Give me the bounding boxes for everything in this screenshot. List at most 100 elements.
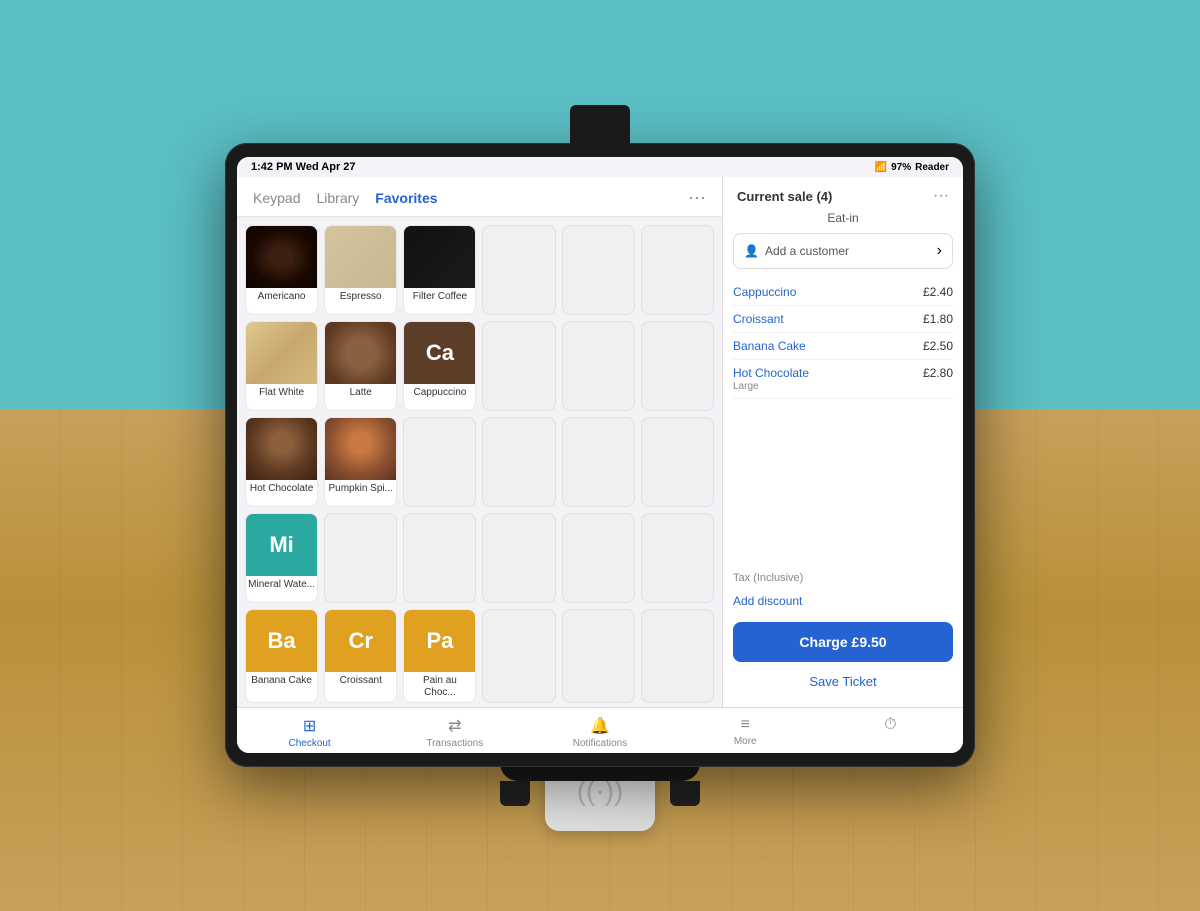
product-item-empty14: [562, 513, 635, 603]
tab-buttons: Keypad Library Favorites: [253, 188, 438, 208]
product-image-pumpkin-spice: [325, 418, 396, 480]
reader-label: Reader: [915, 162, 949, 173]
product-name-pumpkin-spice: Pumpkin Spi...: [327, 480, 395, 498]
order-item-name-0: Cappuccino: [733, 285, 796, 299]
transactions-icon: ⇄: [448, 716, 461, 736]
order-item-name-1: Croissant: [733, 312, 784, 326]
product-item-empty7: [403, 417, 476, 507]
order-item-price-1: £1.80: [923, 312, 953, 326]
charge-button[interactable]: Charge £9.50: [733, 622, 953, 662]
tab-favorites[interactable]: Favorites: [375, 188, 437, 208]
product-tile-mineral-water: Mi: [246, 514, 317, 576]
product-image-latte: [325, 322, 396, 384]
add-customer-label: Add a customer: [765, 244, 849, 258]
order-item-name-3: Hot Chocolate: [733, 366, 809, 380]
ipad-screen: 1:42 PM Wed Apr 27 📶 97% Reader Keypad: [237, 157, 963, 753]
product-name-espresso: Espresso: [338, 288, 384, 306]
tab-library[interactable]: Library: [316, 188, 359, 208]
product-image-hot-chocolate: [246, 418, 317, 480]
product-name-mineral-water: Mineral Wate...: [246, 576, 317, 594]
product-item-espresso[interactable]: Espresso: [324, 225, 397, 315]
nav-tab-checkout[interactable]: ⊞ Checkout: [237, 716, 382, 749]
tab-bar: Keypad Library Favorites ···: [237, 177, 722, 217]
ipad-frame: 1:42 PM Wed Apr 27 📶 97% Reader Keypad: [225, 143, 975, 767]
product-name-cappuccino: Cappuccino: [412, 384, 469, 402]
product-name-banana-cake: Banana Cake: [249, 672, 314, 690]
product-item-hot-chocolate[interactable]: Hot Chocolate: [245, 417, 318, 507]
stand-foot-left: [500, 781, 530, 806]
order-item-sub-3: Large: [733, 381, 809, 392]
status-right: 📶 97% Reader: [875, 162, 949, 173]
stand-foot-right: [670, 781, 700, 806]
tab-more-icon[interactable]: ···: [688, 187, 706, 208]
transactions-label: Transactions: [426, 738, 483, 749]
product-item-cappuccino[interactable]: CaCappuccino: [403, 321, 476, 411]
bottom-tab-bar: ⊞ Checkout ⇄ Transactions 🔔 Notifications ≡Mor…: [237, 707, 963, 753]
product-item-empty4: [482, 321, 555, 411]
product-tile-pain-au-choc: Pa: [404, 610, 475, 672]
save-ticket-button[interactable]: Save Ticket: [733, 666, 953, 697]
stand-feet: [500, 781, 700, 806]
notifications-icon: 🔔: [590, 716, 610, 736]
product-item-filter-coffee[interactable]: Filter Coffee: [403, 225, 476, 315]
product-item-empty16: [482, 609, 555, 703]
product-item-americano[interactable]: Americano: [245, 225, 318, 315]
nav-tab-more[interactable]: ≡More: [673, 716, 818, 749]
product-tile-croissant: Cr: [325, 610, 396, 672]
left-panel: Keypad Library Favorites ··· Americano Es…: [237, 177, 723, 707]
more-icon: ≡: [741, 716, 750, 734]
wifi-icon: 📶: [875, 162, 887, 173]
order-item-2[interactable]: Banana Cake£2.50: [733, 333, 953, 360]
product-name-americano: Americano: [256, 288, 308, 306]
product-item-empty3: [641, 225, 714, 315]
nav-tab-clock[interactable]: ⏱: [818, 716, 963, 749]
product-name-pain-au-choc: Pain au Choc...: [404, 672, 475, 702]
product-item-banana-cake[interactable]: BaBanana Cake: [245, 609, 318, 703]
checkout-label: Checkout: [288, 738, 330, 749]
order-item-0[interactable]: Cappuccino£2.40: [733, 279, 953, 306]
product-tile-cappuccino: Ca: [404, 322, 475, 384]
product-name-flat-white: Flat White: [257, 384, 306, 402]
order-items-list: Cappuccino£2.40 Croissant £1.80 Banana Cake…: [723, 279, 963, 568]
top-clip: [570, 105, 630, 145]
product-item-pumpkin-spice[interactable]: Pumpkin Spi...: [324, 417, 397, 507]
product-image-americano: [246, 226, 317, 288]
current-sale-title: Current sale (4): [737, 189, 832, 204]
tab-keypad[interactable]: Keypad: [253, 188, 300, 208]
tax-row: Tax (Inclusive): [723, 568, 963, 588]
checkout-icon: ⊞: [303, 716, 316, 736]
notifications-label: Notifications: [573, 738, 627, 749]
product-item-empty11: [324, 513, 397, 603]
person-icon: 👤: [744, 244, 759, 258]
product-name-filter-coffee: Filter Coffee: [411, 288, 469, 306]
battery-icon: 97%: [891, 162, 911, 173]
product-item-flat-white[interactable]: Flat White: [245, 321, 318, 411]
nav-tab-notifications[interactable]: 🔔 Notifications: [527, 716, 672, 749]
right-more-icon[interactable]: ···: [933, 187, 949, 205]
product-item-pain-au-choc[interactable]: PaPain au Choc...: [403, 609, 476, 703]
product-image-flat-white: [246, 322, 317, 384]
product-item-empty8: [482, 417, 555, 507]
order-item-3[interactable]: Hot ChocolateLarge £2.80: [733, 360, 953, 399]
right-header: Current sale (4) ···: [723, 177, 963, 209]
status-time: 1:42 PM Wed Apr 27: [251, 161, 356, 173]
product-item-croissant[interactable]: CrCroissant: [324, 609, 397, 703]
order-item-1[interactable]: Croissant £1.80: [733, 306, 953, 333]
product-item-empty5: [562, 321, 635, 411]
product-item-latte[interactable]: Latte: [324, 321, 397, 411]
product-item-empty18: [641, 609, 714, 703]
product-name-hot-chocolate: Hot Chocolate: [248, 480, 315, 498]
app-content: Keypad Library Favorites ··· Americano Es…: [237, 177, 963, 707]
product-grid: Americano Espresso Filter Coffee Flat White…: [237, 217, 722, 711]
order-item-price-3: £2.80: [923, 366, 953, 380]
order-item-price-2: £2.50: [923, 339, 953, 353]
product-image-espresso: [325, 226, 396, 288]
product-item-empty2: [562, 225, 635, 315]
add-customer-button[interactable]: 👤 Add a customer ›: [733, 233, 953, 269]
product-name-croissant: Croissant: [338, 672, 384, 690]
nav-tab-transactions[interactable]: ⇄ Transactions: [382, 716, 527, 749]
right-panel: Current sale (4) ··· Eat-in 👤 Add a cust…: [723, 177, 963, 707]
product-item-mineral-water[interactable]: MiMineral Wate...: [245, 513, 318, 603]
product-tile-banana-cake: Ba: [246, 610, 317, 672]
add-discount-button[interactable]: Add discount: [723, 588, 963, 614]
